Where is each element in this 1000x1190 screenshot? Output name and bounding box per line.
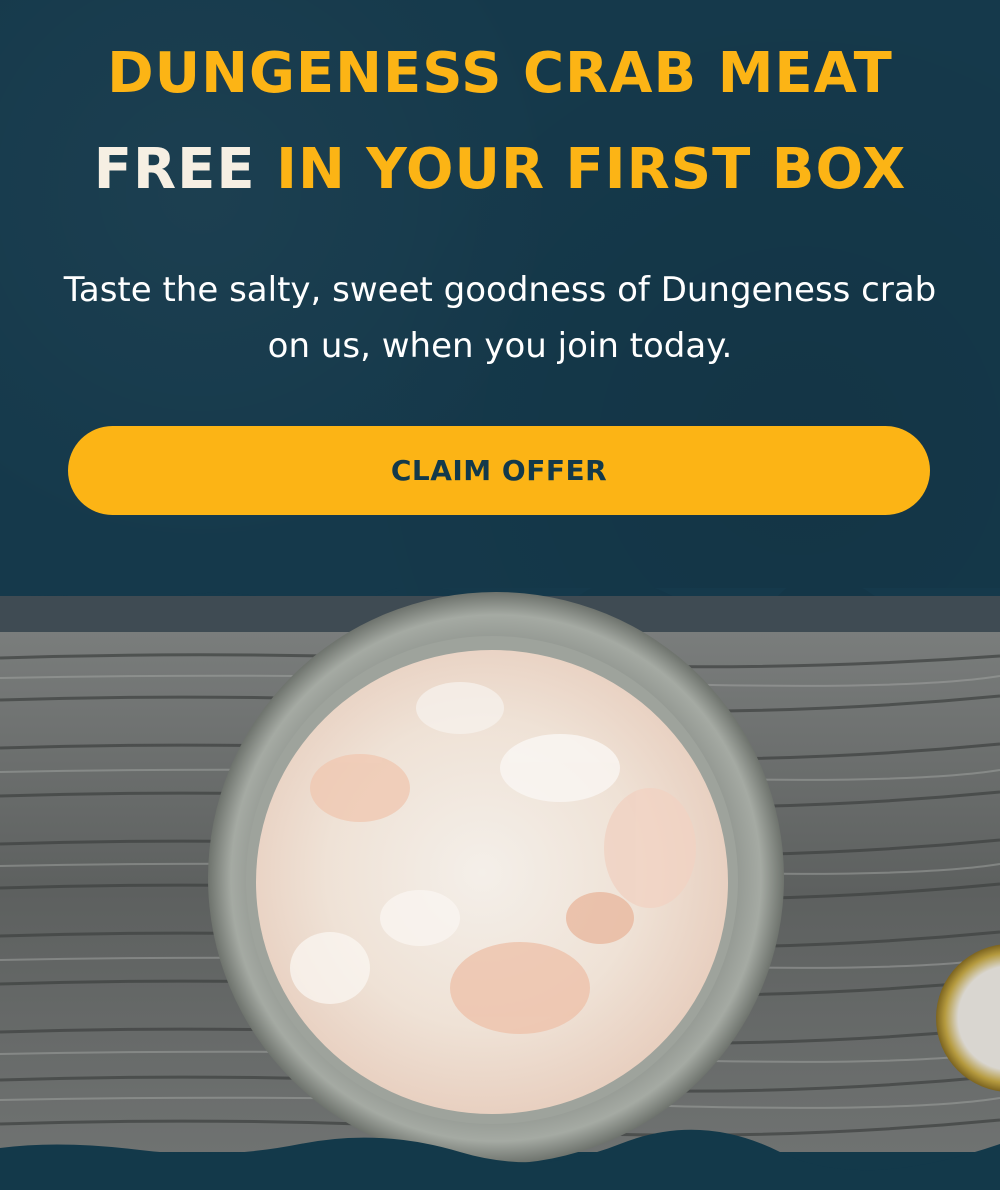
claim-offer-button[interactable]: CLAIM OFFER [68,426,930,515]
headline-free: FREE [93,137,256,202]
headline-line-1: DUNGENESS CRAB MEAT [107,41,893,106]
headline-line-2: FREE IN YOUR FIRST BOX [0,142,1000,198]
crab-bowl-photo [0,588,1000,1190]
subcopy: Taste the salty, sweet goodness of Dunge… [63,270,937,366]
headline-rest: IN YOUR FIRST BOX [255,137,907,202]
hero-banner: DUNGENESS CRAB MEAT FREE IN YOUR FIRST B… [0,0,1000,640]
